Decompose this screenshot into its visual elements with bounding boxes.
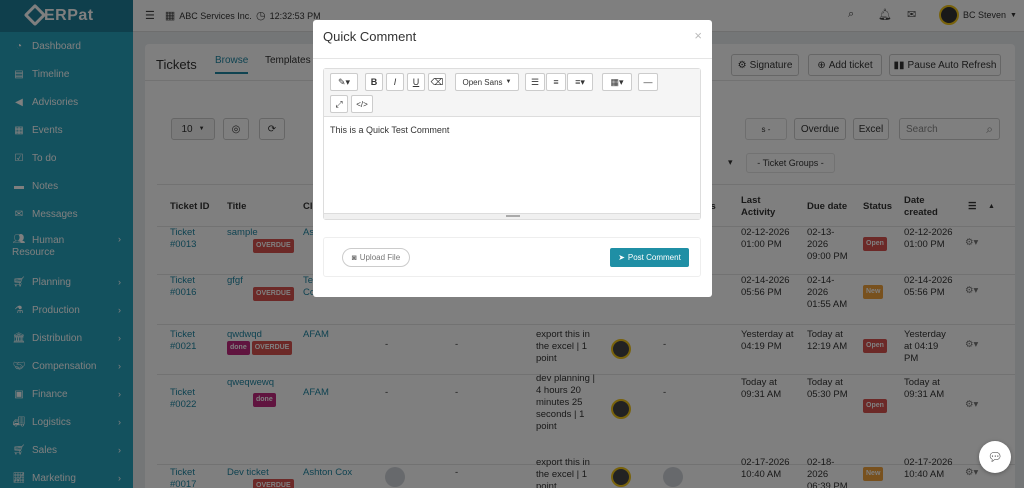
editor-toolbar: ✎▾ B I U ⌫ Open Sans ▼ ☰ ≡ ≡▾ ▦▾ — ⤢ </>: [324, 69, 700, 117]
font-family-select[interactable]: Open Sans ▼: [455, 73, 519, 91]
editor-content[interactable]: This is a Quick Test Comment: [330, 125, 449, 135]
editor-resize-handle[interactable]: [324, 213, 700, 219]
eraser-icon[interactable]: ⌫: [428, 73, 446, 91]
comment-editor: ✎▾ B I U ⌫ Open Sans ▼ ☰ ≡ ≡▾ ▦▾ — ⤢ </> …: [323, 68, 701, 220]
camera-icon: ◙: [351, 253, 357, 262]
ordered-list-icon[interactable]: ≡: [546, 73, 566, 91]
italic-button[interactable]: I: [386, 73, 404, 91]
chat-bubble-icon[interactable]: 💬︎: [979, 441, 1011, 473]
modal-title: Quick Comment: [323, 29, 417, 44]
fullscreen-icon[interactable]: ⤢: [330, 95, 348, 113]
modal-footer: ◙ Upload File ➤ Post Comment: [323, 237, 701, 277]
bold-button[interactable]: B: [365, 73, 383, 91]
underline-button[interactable]: U: [407, 73, 425, 91]
horizontal-rule-icon[interactable]: —: [638, 73, 658, 91]
code-view-icon[interactable]: </>: [351, 95, 373, 113]
post-comment-button[interactable]: ➤ Post Comment: [610, 248, 689, 267]
modal-header-divider: [313, 58, 712, 59]
align-icon[interactable]: ≡▾: [567, 73, 593, 91]
upload-file-button[interactable]: ◙ Upload File: [342, 248, 410, 267]
magic-wand-icon[interactable]: ✎▾: [330, 73, 358, 91]
send-icon: ➤: [618, 253, 625, 262]
unordered-list-icon[interactable]: ☰: [525, 73, 545, 91]
close-icon[interactable]: ×: [694, 28, 702, 43]
table-icon[interactable]: ▦▾: [602, 73, 632, 91]
quick-comment-modal: Quick Comment × ✎▾ B I U ⌫ Open Sans ▼ ☰ …: [313, 20, 712, 297]
